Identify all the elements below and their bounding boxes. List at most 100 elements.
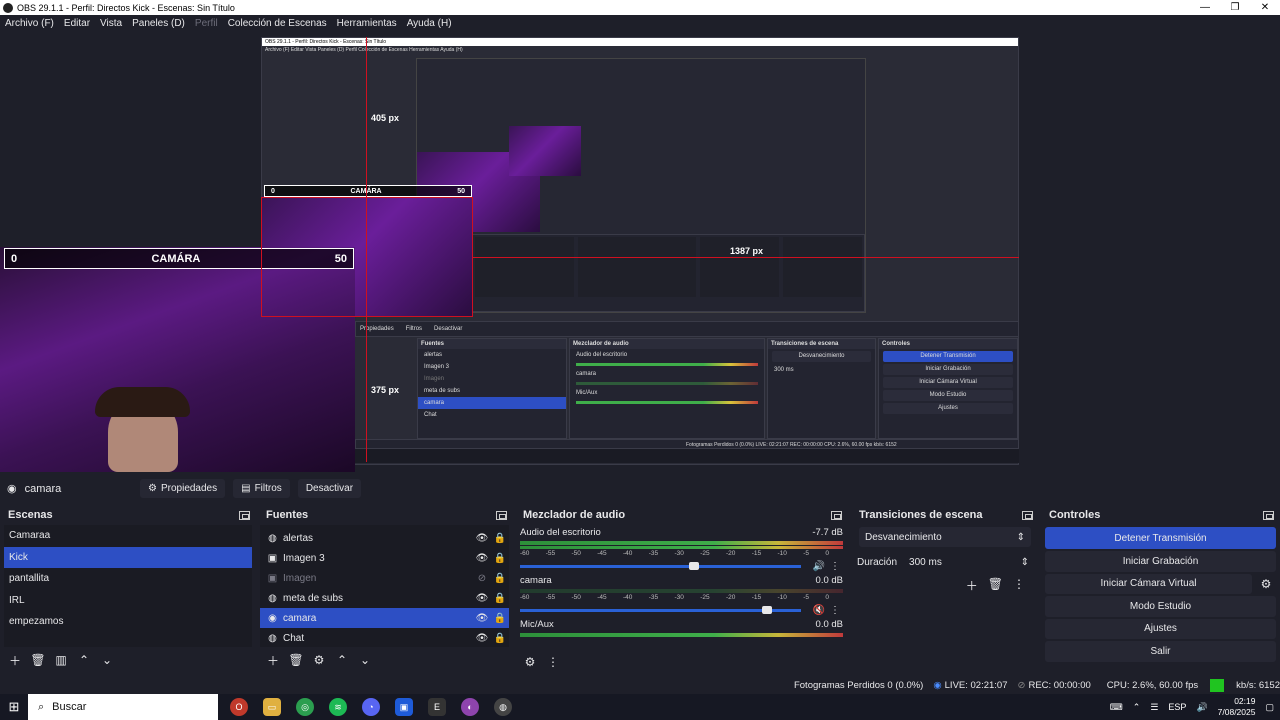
source-item-camara[interactable]: ◉ camara 👁 🔒 [260,608,509,628]
add-source-button[interactable]: ＋ [264,651,282,669]
menu-docks[interactable]: Paneles (D) [132,18,185,29]
browser-icon[interactable]: ◐ [461,698,479,716]
scene-item-irl[interactable]: IRL [4,590,252,612]
eye-hidden-icon[interactable]: ⊘ [473,573,491,584]
windows-start-icon[interactable]: ⊞ [0,699,28,715]
language-indicator[interactable]: ESP [1168,702,1186,712]
eye-icon[interactable]: 👁 [473,613,491,624]
menu-file[interactable]: Archivo (F) [5,18,54,29]
volume-knob[interactable] [762,605,773,614]
taskbar-search[interactable]: ⌕ Buscar [28,694,218,720]
channel-db: 0.0 dB [815,619,843,630]
transition-menu-button[interactable]: ⋮ [1013,577,1025,594]
eye-icon[interactable]: 👁 [473,633,491,644]
eye-icon[interactable]: 👁 [473,533,491,544]
speaker-icon[interactable]: 🔊 [811,561,827,572]
obs-icon[interactable]: ◍ [494,698,512,716]
source-item-alertas[interactable]: ◍ alertas 👁 🔒 [260,528,509,548]
menu-edit[interactable]: Editar [64,18,90,29]
transition-select[interactable]: Desvanecimiento ⇕ [859,527,1031,547]
volume-slider[interactable] [520,605,801,614]
nested-settings: Ajustes [883,403,1013,414]
remove-source-button[interactable]: 🗑 [287,651,305,669]
lock-icon[interactable]: 🔒 [491,533,509,544]
scene-item-kick[interactable]: Kick [4,546,252,568]
source-properties-button[interactable]: ⚙ [310,651,328,669]
mixer-menu-button[interactable]: ⋮ [544,653,562,671]
lock-icon[interactable]: 🔒 [491,613,509,624]
menu-scene-collection[interactable]: Colección de Escenas [228,18,327,29]
file-explorer-icon[interactable]: ▭ [263,698,281,716]
obs-logo-icon [3,2,13,13]
network-icon[interactable]: ☰ [1150,702,1158,713]
menu-help[interactable]: Ayuda (H) [407,18,452,29]
volume-icon[interactable]: 🔊 [1196,702,1207,713]
settings-button[interactable]: Ajustes [1045,618,1276,639]
lock-icon[interactable]: 🔒 [491,573,509,584]
add-scene-button[interactable]: ＋ [6,651,24,669]
opera-icon[interactable]: O [230,698,248,716]
filters-button[interactable]: ▤ Filtros [233,479,290,498]
studio-mode-button[interactable]: Modo Estudio [1045,596,1276,617]
chevron-up-icon[interactable]: ⌃ [1133,702,1141,713]
discord-icon[interactable]: ◔ [362,698,380,716]
duration-spinbox[interactable]: 300 ms ⇕ [905,553,1033,571]
properties-button[interactable]: ⚙ Propiedades [140,479,226,498]
notifications-icon[interactable]: ▢ [1265,702,1274,713]
source-item-chat[interactable]: ◍ Chat 👁 🔒 [260,628,509,648]
volume-slider[interactable] [520,561,801,570]
more-options-icon[interactable]: ⋮ [827,605,843,616]
move-up-button[interactable]: ⌃ [75,651,93,669]
exit-button[interactable]: Salir [1045,641,1276,662]
stop-stream-button[interactable]: Detener Transmisión [1045,527,1276,549]
keyboard-icon[interactable]: ⌨ [1110,702,1123,713]
close-button[interactable]: ✕ [1250,0,1280,15]
maximize-button[interactable]: ❐ [1220,0,1250,15]
clock[interactable]: 02:19 7/08/2025 [1218,696,1256,718]
preview-canvas[interactable]: OBS 29.1.1 - Perfil: Directos Kick - Esc… [0,32,1280,472]
move-down-button[interactable]: ⌄ [98,651,116,669]
spotify-icon[interactable]: ≋ [329,698,347,716]
scale-tick: -15 [751,594,762,601]
chrome-icon[interactable]: ◎ [296,698,314,716]
menu-profile[interactable]: Perfil [195,18,218,29]
lock-icon[interactable]: 🔒 [491,593,509,604]
spin-arrows-icon[interactable]: ⇕ [1021,557,1029,568]
start-virtual-camera-button[interactable]: Iniciar Cámara Virtual [1045,573,1252,594]
volume-knob[interactable] [689,561,700,570]
deactivate-button[interactable]: Desactivar [297,479,362,498]
remove-scene-button[interactable]: 🗑 [29,651,47,669]
add-transition-button[interactable]: ＋ [966,577,978,594]
undock-icon[interactable] [496,510,507,520]
app-icon[interactable]: ▣ [395,698,413,716]
scene-filters-button[interactable]: ▥ [52,651,70,669]
scene-item-pantallita[interactable]: pantallita [4,568,252,590]
start-recording-button[interactable]: Iniciar Grabación [1045,551,1276,572]
more-options-icon[interactable]: ⋮ [827,561,843,572]
minimize-button[interactable]: — [1190,0,1220,15]
source-item-meta-de-subs[interactable]: ◍ meta de subs 👁 🔒 [260,588,509,608]
move-down-button[interactable]: ⌄ [356,651,374,669]
lock-icon[interactable]: 🔒 [491,633,509,644]
advanced-audio-button[interactable]: ⚙ [521,653,539,671]
undock-icon[interactable] [239,510,250,520]
menu-view[interactable]: Vista [100,18,122,29]
gear-icon[interactable]: ⚙ [1256,574,1276,595]
menu-tools[interactable]: Herramientas [337,18,397,29]
source-item-imagen[interactable]: ▣ Imagen ⊘ 🔒 [260,568,509,588]
move-up-button[interactable]: ⌃ [333,651,351,669]
muted-speaker-icon[interactable]: 🔇 [811,605,827,616]
scene-item-empezamos[interactable]: empezamos [4,611,252,633]
undock-icon[interactable] [1263,510,1274,520]
scene-item-camaraa[interactable]: Camaraa [4,525,252,547]
scale-tick: -25 [700,594,710,601]
undock-icon[interactable] [831,510,842,520]
eye-icon[interactable]: 👁 [473,593,491,604]
source-item-imagen-3[interactable]: ▣ Imagen 3 👁 🔒 [260,548,509,568]
remove-transition-button[interactable]: 🗑 [988,577,1003,594]
undock-icon[interactable] [1022,510,1033,520]
lock-icon[interactable]: 🔒 [491,553,509,564]
eye-icon[interactable]: 👁 [473,553,491,564]
epic-games-icon[interactable]: E [428,698,446,716]
range-min: 0 [11,252,18,265]
